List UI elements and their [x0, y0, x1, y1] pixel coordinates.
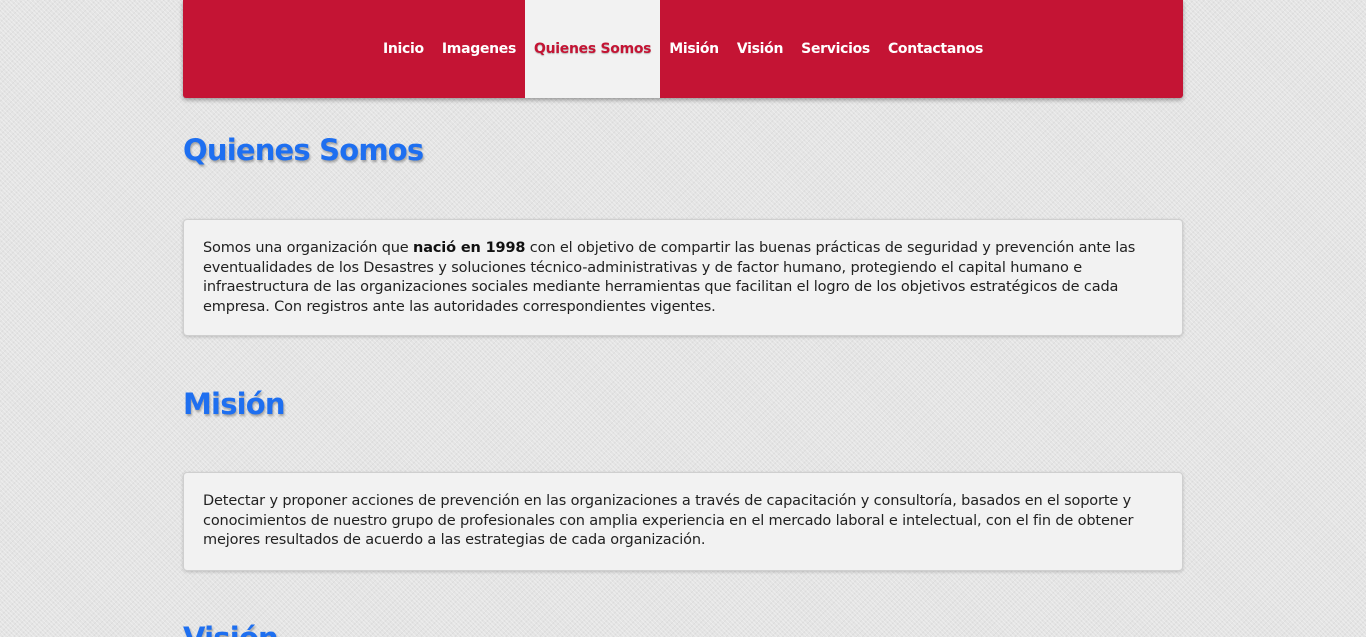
nav-item-vision[interactable]: Visión: [728, 0, 792, 98]
nav-item-mision[interactable]: Misión: [660, 0, 728, 98]
mision-card: Detectar y proponer acciones de prevenci…: [183, 472, 1183, 571]
nav-item-servicios[interactable]: Servicios: [792, 0, 879, 98]
nav-item-inicio[interactable]: Inicio: [374, 0, 433, 98]
vision-heading: Visión: [183, 621, 279, 637]
nav-item-quienes-somos[interactable]: Quienes Somos: [525, 0, 661, 98]
quienes-somos-heading: Quienes Somos: [183, 133, 424, 167]
nav-item-contactanos[interactable]: Contactanos: [879, 0, 992, 98]
nav-menu: Inicio Imagenes Quienes Somos Misión Vis…: [183, 0, 1183, 98]
mision-heading: Misión: [183, 387, 286, 421]
quienes-somos-text-start: Somos una organización que: [203, 240, 414, 256]
main-navbar: Inicio Imagenes Quienes Somos Misión Vis…: [183, 0, 1183, 98]
mision-text: Detectar y proponer acciones de prevenci…: [203, 493, 1134, 548]
nav-item-imagenes[interactable]: Imagenes: [433, 0, 525, 98]
quienes-somos-text-bold: nació en 1998: [413, 240, 526, 256]
quienes-somos-card: Somos una organización que nació en 1998…: [183, 219, 1183, 336]
